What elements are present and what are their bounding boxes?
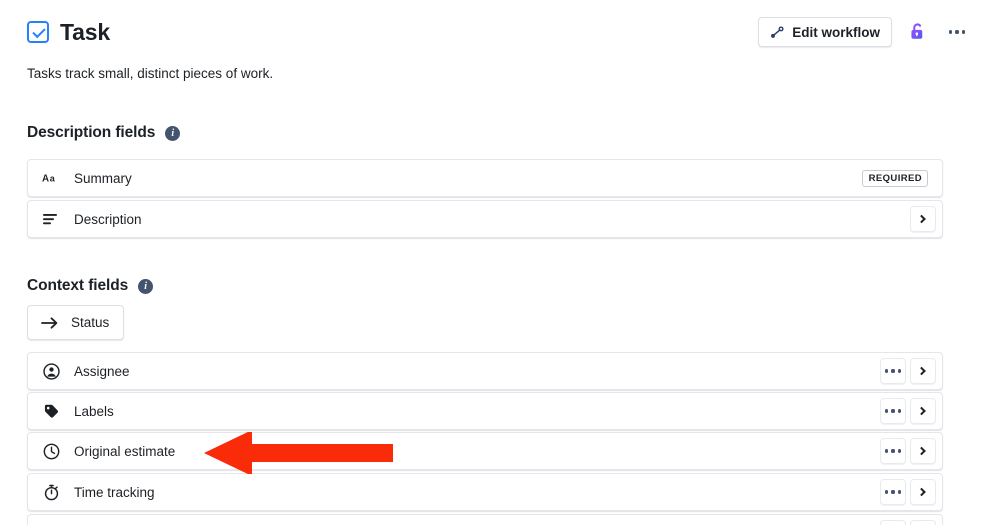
expand-chevron-button[interactable] <box>910 358 936 384</box>
more-horizontal-icon <box>949 30 965 34</box>
paragraph-lines-icon <box>42 210 60 228</box>
text-aa-icon: A a <box>42 169 60 187</box>
expand-chevron-button[interactable] <box>910 479 936 505</box>
header-actions: Edit workflow <box>758 17 972 47</box>
field-more-button[interactable] <box>880 358 906 384</box>
more-horizontal-icon <box>885 490 901 494</box>
chevron-right-icon <box>917 406 926 416</box>
section-header-context-fields: Context fields i <box>27 277 154 295</box>
field-more-button[interactable] <box>880 520 906 525</box>
status-button[interactable]: Status <box>27 305 125 340</box>
field-row-description[interactable]: Description <box>27 200 943 238</box>
field-label: Description <box>74 211 142 227</box>
status-button-label: Status <box>71 315 110 330</box>
section-header-description-fields: Description fields i <box>27 124 181 142</box>
field-label: Time tracking <box>74 484 155 500</box>
field-row-summary[interactable]: A a Summary REQUIRED <box>27 159 943 197</box>
expand-chevron-button[interactable] <box>910 520 936 525</box>
unlock-button[interactable] <box>902 17 932 47</box>
field-row-next-partial[interactable] <box>27 514 943 525</box>
checkbox-checked-icon <box>27 21 49 43</box>
clock-icon <box>42 442 60 460</box>
page-header: Task Edit workflow <box>27 14 972 50</box>
field-label: Original estimate <box>74 443 176 459</box>
field-label: Assignee <box>74 363 130 379</box>
field-more-button[interactable] <box>880 479 906 505</box>
person-circle-icon <box>42 362 60 380</box>
section-title: Context fields <box>27 277 129 294</box>
page-subtitle: Tasks track small, distinct pieces of wo… <box>27 66 274 81</box>
stopwatch-icon <box>42 483 60 501</box>
more-options-button[interactable] <box>942 17 972 47</box>
chevron-right-icon <box>917 446 926 456</box>
more-horizontal-icon <box>885 409 901 413</box>
more-horizontal-icon <box>885 369 901 373</box>
field-row-assignee[interactable]: Assignee <box>27 352 943 390</box>
field-more-button[interactable] <box>880 398 906 424</box>
task-configuration-page: Task Edit workflow Tasks track small, di… <box>0 0 999 525</box>
workflow-nodes-icon <box>770 25 785 40</box>
more-horizontal-icon <box>885 449 901 453</box>
expand-chevron-button[interactable] <box>910 206 936 232</box>
field-label: Labels <box>74 403 114 419</box>
edit-workflow-button[interactable]: Edit workflow <box>758 17 892 47</box>
field-row-time-tracking[interactable]: Time tracking <box>27 473 943 511</box>
section-title: Description fields <box>27 124 156 141</box>
svg-text:A: A <box>42 173 49 184</box>
edit-workflow-label: Edit workflow <box>792 24 880 40</box>
chevron-right-icon <box>917 214 926 224</box>
page-title: Task <box>60 18 110 45</box>
unlock-icon <box>908 22 927 42</box>
chevron-right-icon <box>917 366 926 376</box>
tag-icon <box>42 402 60 420</box>
field-more-button[interactable] <box>880 438 906 464</box>
expand-chevron-button[interactable] <box>910 438 936 464</box>
arrow-right-icon <box>41 316 59 330</box>
chevron-right-icon <box>917 487 926 497</box>
field-label: Summary <box>74 170 132 186</box>
field-row-labels[interactable]: Labels <box>27 392 943 430</box>
field-row-original-estimate[interactable]: Original estimate <box>27 432 943 470</box>
title-group: Task <box>27 19 110 46</box>
expand-chevron-button[interactable] <box>910 398 936 424</box>
info-circle-icon[interactable]: i <box>138 278 154 294</box>
svg-text:a: a <box>50 173 56 183</box>
status-badge: REQUIRED <box>861 169 928 187</box>
info-circle-icon[interactable]: i <box>165 125 181 141</box>
